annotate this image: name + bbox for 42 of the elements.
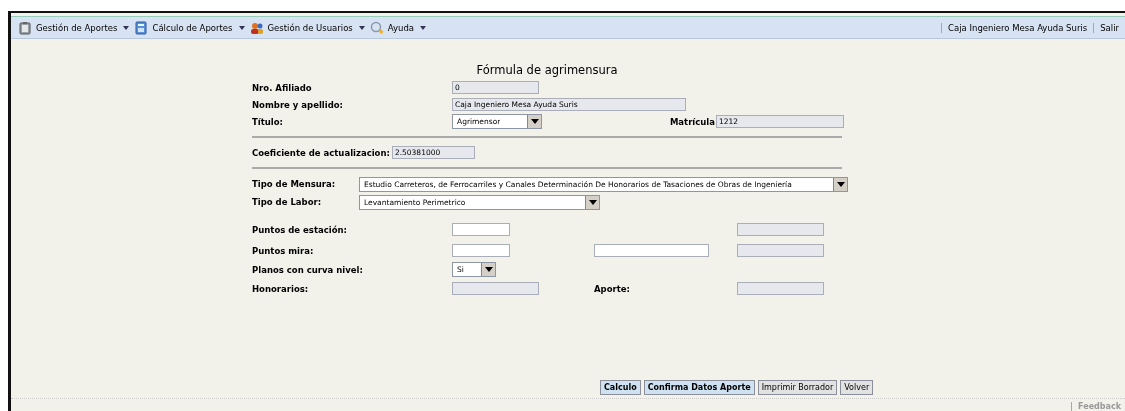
action-button[interactable]: Volver bbox=[840, 380, 874, 395]
clipboard-icon bbox=[18, 20, 32, 35]
user-name-link[interactable]: Caja Ingeniero Mesa Ayuda Suris bbox=[941, 22, 1094, 33]
input-field[interactable] bbox=[452, 223, 510, 236]
action-button[interactable]: Confirma Datos Aporte bbox=[643, 380, 755, 395]
caret-icon bbox=[484, 267, 493, 272]
field-label: Aporte: bbox=[594, 283, 630, 294]
logout-link[interactable]: Salir bbox=[1093, 22, 1125, 33]
field-label: Título: bbox=[252, 116, 284, 127]
menu-item[interactable]: Cálculo de Aportes bbox=[134, 20, 245, 35]
caret-icon bbox=[588, 199, 597, 205]
caret-icon bbox=[530, 119, 539, 124]
action-button[interactable]: Calculo bbox=[600, 380, 641, 395]
search-icon bbox=[369, 20, 384, 35]
field-label: Puntos mira: bbox=[252, 245, 315, 256]
menu-item[interactable]: Gestión de Usuarios bbox=[249, 20, 365, 35]
field-label: Nro. Afiliado bbox=[252, 82, 313, 93]
caret-icon bbox=[358, 25, 365, 30]
input-field[interactable] bbox=[737, 244, 824, 257]
field-label: Coeficiente de actualizacion: bbox=[252, 147, 390, 158]
input-field[interactable] bbox=[452, 282, 539, 295]
field-label: Nombre y apellido: bbox=[252, 99, 344, 110]
calculator-icon bbox=[134, 20, 149, 35]
field-label: Tipo de Mensura: bbox=[252, 179, 337, 189]
action-button[interactable]: Imprimir Borrador bbox=[757, 380, 838, 395]
field-label: Matrícula bbox=[669, 116, 715, 127]
menu-item[interactable]: Ayuda bbox=[369, 20, 427, 35]
field-label: Honorarios: bbox=[252, 283, 310, 294]
input-field[interactable] bbox=[452, 244, 510, 257]
input-field[interactable] bbox=[594, 244, 709, 257]
caret-icon bbox=[123, 25, 130, 30]
form-title: Fórmula de agrimensura bbox=[475, 63, 619, 77]
field-label: Puntos de estación: bbox=[252, 224, 348, 235]
input-field[interactable] bbox=[737, 223, 824, 236]
field-label: Planos con curva nivel: bbox=[252, 264, 364, 275]
menu-item[interactable]: Gestión de Aportes bbox=[18, 20, 130, 35]
caret-icon bbox=[836, 181, 845, 187]
input-field[interactable] bbox=[737, 282, 824, 295]
users-icon bbox=[249, 20, 264, 35]
caret-icon bbox=[420, 25, 427, 30]
field-label: Tipo de Labor: bbox=[252, 197, 323, 207]
caret-icon bbox=[238, 25, 245, 30]
